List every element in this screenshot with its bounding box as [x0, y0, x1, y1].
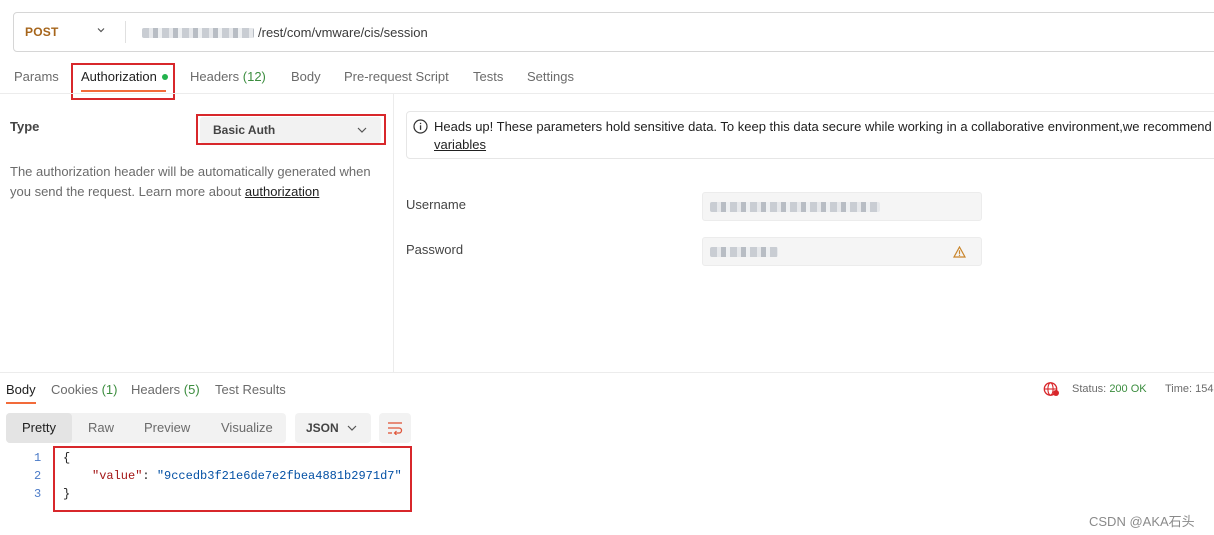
- tab-headers[interactable]: Headers (12): [190, 69, 266, 84]
- warning-icon: [953, 246, 966, 258]
- username-field[interactable]: [702, 192, 982, 221]
- response-tab-cookies[interactable]: Cookies (1): [51, 382, 117, 397]
- tab-count: (1): [101, 382, 118, 397]
- highlight-box: [71, 63, 175, 100]
- tab-label: Headers: [131, 382, 181, 397]
- wrap-lines-button[interactable]: [379, 413, 411, 443]
- password-field[interactable]: [702, 237, 982, 266]
- response-tab-headers[interactable]: Headers (5): [131, 382, 200, 397]
- notice-text: Heads up! These parameters hold sensitiv…: [434, 119, 1214, 134]
- variables-link[interactable]: variables: [434, 137, 486, 152]
- tab-label: Test Results: [215, 382, 286, 397]
- line-number: 3: [34, 487, 42, 501]
- globe-icon[interactable]: [1043, 381, 1060, 397]
- redacted-username: [710, 202, 880, 212]
- view-pretty-button[interactable]: Pretty: [22, 420, 56, 435]
- time-readout: Time: 154: [1165, 383, 1214, 395]
- time-value: 154: [1195, 383, 1214, 395]
- tab-pre-request-script[interactable]: Pre-request Script: [344, 69, 449, 84]
- watermark: CSDN @AKA石头: [1089, 514, 1195, 529]
- view-preview-button[interactable]: Preview: [144, 420, 190, 435]
- view-raw-button[interactable]: Raw: [88, 420, 114, 435]
- info-icon: [413, 119, 428, 134]
- status-value: 200 OK: [1109, 383, 1147, 395]
- tab-label: Pre-request Script: [344, 69, 449, 84]
- response-tab-body[interactable]: Body: [6, 382, 36, 397]
- tab-label: Headers: [190, 69, 240, 84]
- url-input[interactable]: /rest/com/vmware/cis/session: [258, 25, 428, 40]
- highlight-box: [53, 446, 412, 512]
- tab-label: Params: [14, 69, 59, 84]
- tab-settings[interactable]: Settings: [527, 69, 574, 84]
- line-number: 2: [34, 469, 42, 483]
- chevron-down-icon: [347, 425, 357, 431]
- status-readout: Status: 200 OK: [1072, 383, 1147, 395]
- view-mode-tabs: Pretty Raw Preview Visualize: [6, 413, 286, 443]
- view-visualize-button[interactable]: Visualize: [221, 420, 273, 435]
- tab-label: Tests: [473, 69, 504, 84]
- method-selector[interactable]: POST: [25, 25, 58, 39]
- type-label: Type: [10, 119, 40, 134]
- divider: [0, 93, 1214, 94]
- tab-count: (12): [242, 69, 266, 84]
- username-label: Username: [406, 197, 466, 212]
- active-tab-indicator: [6, 402, 36, 404]
- tab-label: Body: [291, 69, 321, 84]
- format-value: JSON: [306, 421, 339, 435]
- tab-count: (5): [183, 382, 200, 397]
- response-tab-test-results[interactable]: Test Results: [215, 382, 286, 397]
- sensitive-data-notice: Heads up! These parameters hold sensitiv…: [406, 111, 1214, 159]
- redacted-password: [710, 247, 778, 257]
- pane-divider: [393, 94, 394, 372]
- auth-description: The authorization header will be automat…: [10, 162, 380, 202]
- time-label: Time:: [1165, 383, 1193, 395]
- tab-tests[interactable]: Tests: [473, 69, 503, 84]
- divider: [125, 21, 126, 43]
- status-label: Status:: [1072, 383, 1107, 395]
- highlight-box: [196, 114, 386, 145]
- chevron-down-icon[interactable]: [97, 26, 105, 34]
- divider: [0, 372, 1214, 373]
- tab-body[interactable]: Body: [291, 69, 321, 84]
- redacted-host: [142, 28, 254, 38]
- line-number: 1: [34, 451, 42, 465]
- tab-label: Settings: [527, 69, 574, 84]
- password-label: Password: [406, 242, 464, 257]
- format-select[interactable]: JSON: [295, 413, 371, 443]
- tab-label: Body: [6, 382, 36, 397]
- tab-params[interactable]: Params: [14, 69, 59, 84]
- authorization-link[interactable]: authorization: [245, 184, 319, 199]
- wrap-icon: [388, 422, 403, 435]
- url-bar: POST /rest/com/vmware/cis/session: [13, 12, 1214, 52]
- tab-label: Cookies: [51, 382, 98, 397]
